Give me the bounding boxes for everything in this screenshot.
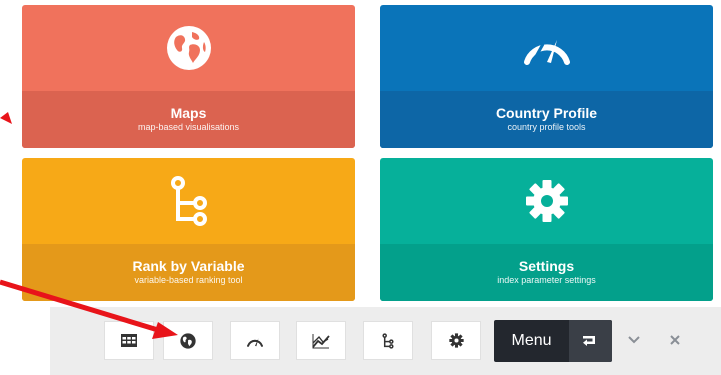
rank-tile-icon-area (22, 158, 355, 244)
maps-tile-icon-area (22, 5, 355, 91)
table-button[interactable] (104, 321, 154, 360)
maps-button[interactable] (163, 321, 213, 360)
country-profile-tile-title: Country Profile (495, 105, 598, 121)
bottom-toolbar: Menu (50, 307, 721, 375)
chart-line-icon (312, 333, 330, 348)
chart-button[interactable] (296, 321, 346, 360)
gauge-icon (247, 337, 263, 347)
settings-tile-subtitle: index parameter settings (497, 275, 596, 285)
country-profile-button[interactable] (230, 321, 280, 360)
maps-tile-caption: Maps map-based visualisations (22, 91, 355, 148)
menu-switch[interactable] (569, 320, 612, 362)
country-profile-tile-subtitle: country profile tools (507, 122, 586, 132)
maps-tile-subtitle: map-based visualisations (137, 122, 240, 132)
rank-by-variable-tile[interactable]: Rank by Variable variable-based ranking … (22, 158, 355, 301)
gauge-icon (523, 40, 570, 65)
rank-tile-caption: Rank by Variable variable-based ranking … (22, 244, 355, 301)
settings-button[interactable] (431, 321, 481, 360)
settings-tile-caption: Settings index parameter settings (380, 244, 713, 301)
chevron-down-icon (628, 336, 640, 344)
gear-icon (448, 333, 464, 348)
settings-tile-title: Settings (518, 258, 575, 274)
arrow-to-maps-tile (0, 112, 12, 124)
country-profile-tile[interactable]: Country Profile country profile tools (380, 5, 713, 148)
table-icon (121, 334, 137, 347)
rank-tile-subtitle: variable-based ranking tool (134, 275, 243, 285)
gear-icon (525, 180, 568, 222)
exit-icon (582, 336, 595, 346)
menu-button[interactable]: Menu (494, 320, 612, 362)
globe-icon (180, 332, 196, 349)
rank-tile-title: Rank by Variable (132, 258, 245, 274)
close-icon (670, 335, 680, 345)
rank-button[interactable] (363, 321, 413, 360)
collapse-button[interactable] (623, 329, 645, 351)
branch-icon (382, 332, 394, 349)
close-button[interactable] (664, 329, 686, 351)
maps-tile-title: Maps (170, 105, 207, 121)
branch-icon (170, 176, 207, 226)
maps-tile[interactable]: Maps map-based visualisations (22, 5, 355, 148)
menu-label: Menu (511, 332, 552, 349)
settings-tile-icon-area (380, 158, 713, 244)
settings-tile[interactable]: Settings index parameter settings (380, 158, 713, 301)
country-profile-tile-icon-area (380, 5, 713, 91)
country-profile-tile-caption: Country Profile country profile tools (380, 91, 713, 148)
globe-icon (166, 26, 211, 70)
